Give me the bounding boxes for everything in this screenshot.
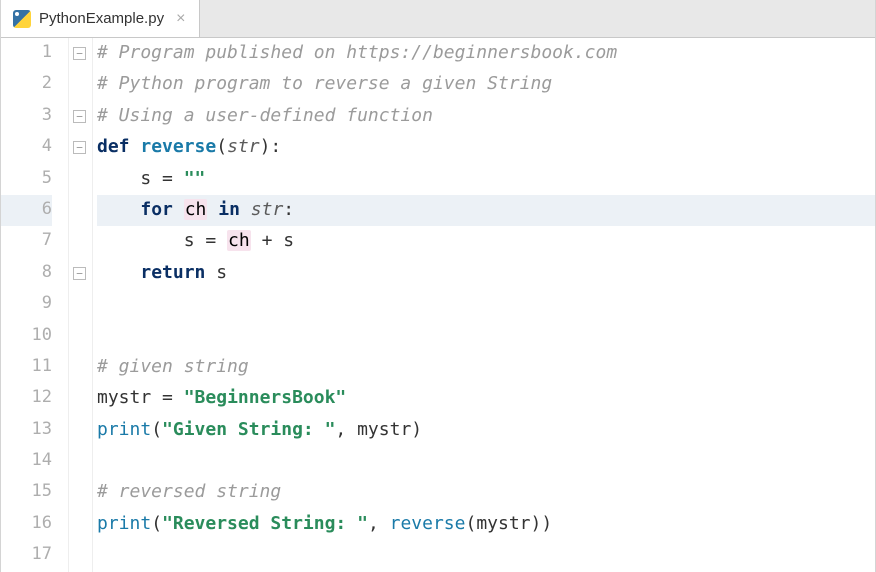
close-tab-icon[interactable]: ×: [172, 10, 185, 28]
code-line[interactable]: # Using a user-defined function: [97, 101, 875, 132]
code-line[interactable]: [97, 321, 875, 352]
code-token: reverse: [390, 513, 466, 534]
fold-toggle-icon[interactable]: −: [73, 110, 86, 123]
code-line[interactable]: return s: [97, 258, 875, 289]
code-token: (: [216, 136, 227, 157]
code-token: =: [162, 168, 184, 189]
code-token: ch: [184, 199, 208, 220]
fold-toggle-icon[interactable]: −: [73, 47, 86, 60]
code-token: # reversed string: [97, 481, 281, 502]
code-token: [97, 262, 140, 283]
line-number: 14: [1, 446, 52, 477]
code-token: =: [162, 387, 184, 408]
code-line[interactable]: # Python program to reverse a given Stri…: [97, 69, 875, 100]
fold-toggle-icon[interactable]: −: [73, 141, 86, 154]
code-token: ch: [227, 230, 251, 251]
code-token: str: [251, 199, 284, 220]
code-token: s =: [97, 230, 227, 251]
line-number-gutter: 1234567891011121314151617: [1, 38, 69, 572]
code-line[interactable]: # given string: [97, 352, 875, 383]
code-token: str: [227, 136, 260, 157]
line-number: 3: [1, 101, 52, 132]
tab-bar: PythonExample.py ×: [1, 0, 875, 38]
code-token: "Given String: ": [162, 419, 335, 440]
code-token: [97, 199, 140, 220]
code-token: [207, 199, 218, 220]
code-token: ):: [260, 136, 282, 157]
code-token: (: [151, 419, 162, 440]
code-token: # Using a user-defined function: [97, 105, 433, 126]
code-line[interactable]: # Program published on https://beginners…: [97, 38, 875, 69]
code-line[interactable]: mystr = "BeginnersBook": [97, 383, 875, 414]
line-number: 6: [1, 195, 52, 226]
code-token: "Reversed String: ": [162, 513, 368, 534]
code-token: # Python program to reverse a given Stri…: [97, 73, 552, 94]
code-token: for: [140, 199, 183, 220]
code-line[interactable]: print("Reversed String: ", reverse(mystr…: [97, 509, 875, 540]
line-number: 8: [1, 258, 52, 289]
code-token: reverse: [140, 136, 216, 157]
code-token: s: [216, 262, 227, 283]
code-token: (: [151, 513, 162, 534]
code-token: return: [140, 262, 216, 283]
tab-filename: PythonExample.py: [39, 10, 164, 27]
code-token: # given string: [97, 356, 249, 377]
line-number: 7: [1, 226, 52, 257]
code-line[interactable]: s = ch + s: [97, 226, 875, 257]
code-token: in: [218, 199, 251, 220]
file-tab[interactable]: PythonExample.py ×: [1, 0, 200, 37]
line-number: 2: [1, 69, 52, 100]
line-number: 12: [1, 383, 52, 414]
code-line[interactable]: [97, 540, 875, 571]
line-number: 4: [1, 132, 52, 163]
code-area[interactable]: # Program published on https://beginners…: [93, 38, 875, 572]
code-token: # Program published on https://beginners…: [97, 42, 617, 63]
fold-toggle-icon[interactable]: −: [73, 267, 86, 280]
code-editor[interactable]: 1234567891011121314151617 −−−− # Program…: [1, 38, 875, 572]
code-token: def: [97, 136, 140, 157]
code-line[interactable]: # reversed string: [97, 477, 875, 508]
code-line[interactable]: print("Given String: ", mystr): [97, 415, 875, 446]
line-number: 1: [1, 38, 52, 69]
line-number: 13: [1, 415, 52, 446]
code-token: :: [283, 199, 294, 220]
code-token: s: [97, 168, 162, 189]
code-token: (mystr)): [465, 513, 552, 534]
code-line[interactable]: s = "": [97, 164, 875, 195]
code-line[interactable]: [97, 446, 875, 477]
code-line[interactable]: def reverse(str):: [97, 132, 875, 163]
line-number: 11: [1, 352, 52, 383]
line-number: 17: [1, 540, 52, 571]
code-token: "": [184, 168, 206, 189]
fold-column: − − − −: [69, 38, 93, 572]
code-line[interactable]: for ch in str:: [97, 195, 875, 226]
line-number: 10: [1, 321, 52, 352]
code-token: "BeginnersBook": [184, 387, 347, 408]
python-file-icon: [13, 10, 31, 28]
code-token: + s: [251, 230, 294, 251]
line-number: 9: [1, 289, 52, 320]
line-number: 16: [1, 509, 52, 540]
line-number: 15: [1, 477, 52, 508]
code-line[interactable]: [97, 289, 875, 320]
code-token: print: [97, 513, 151, 534]
code-token: ,: [368, 513, 390, 534]
code-token: , mystr): [335, 419, 422, 440]
code-token: print: [97, 419, 151, 440]
line-number: 5: [1, 164, 52, 195]
code-token: mystr: [97, 387, 162, 408]
